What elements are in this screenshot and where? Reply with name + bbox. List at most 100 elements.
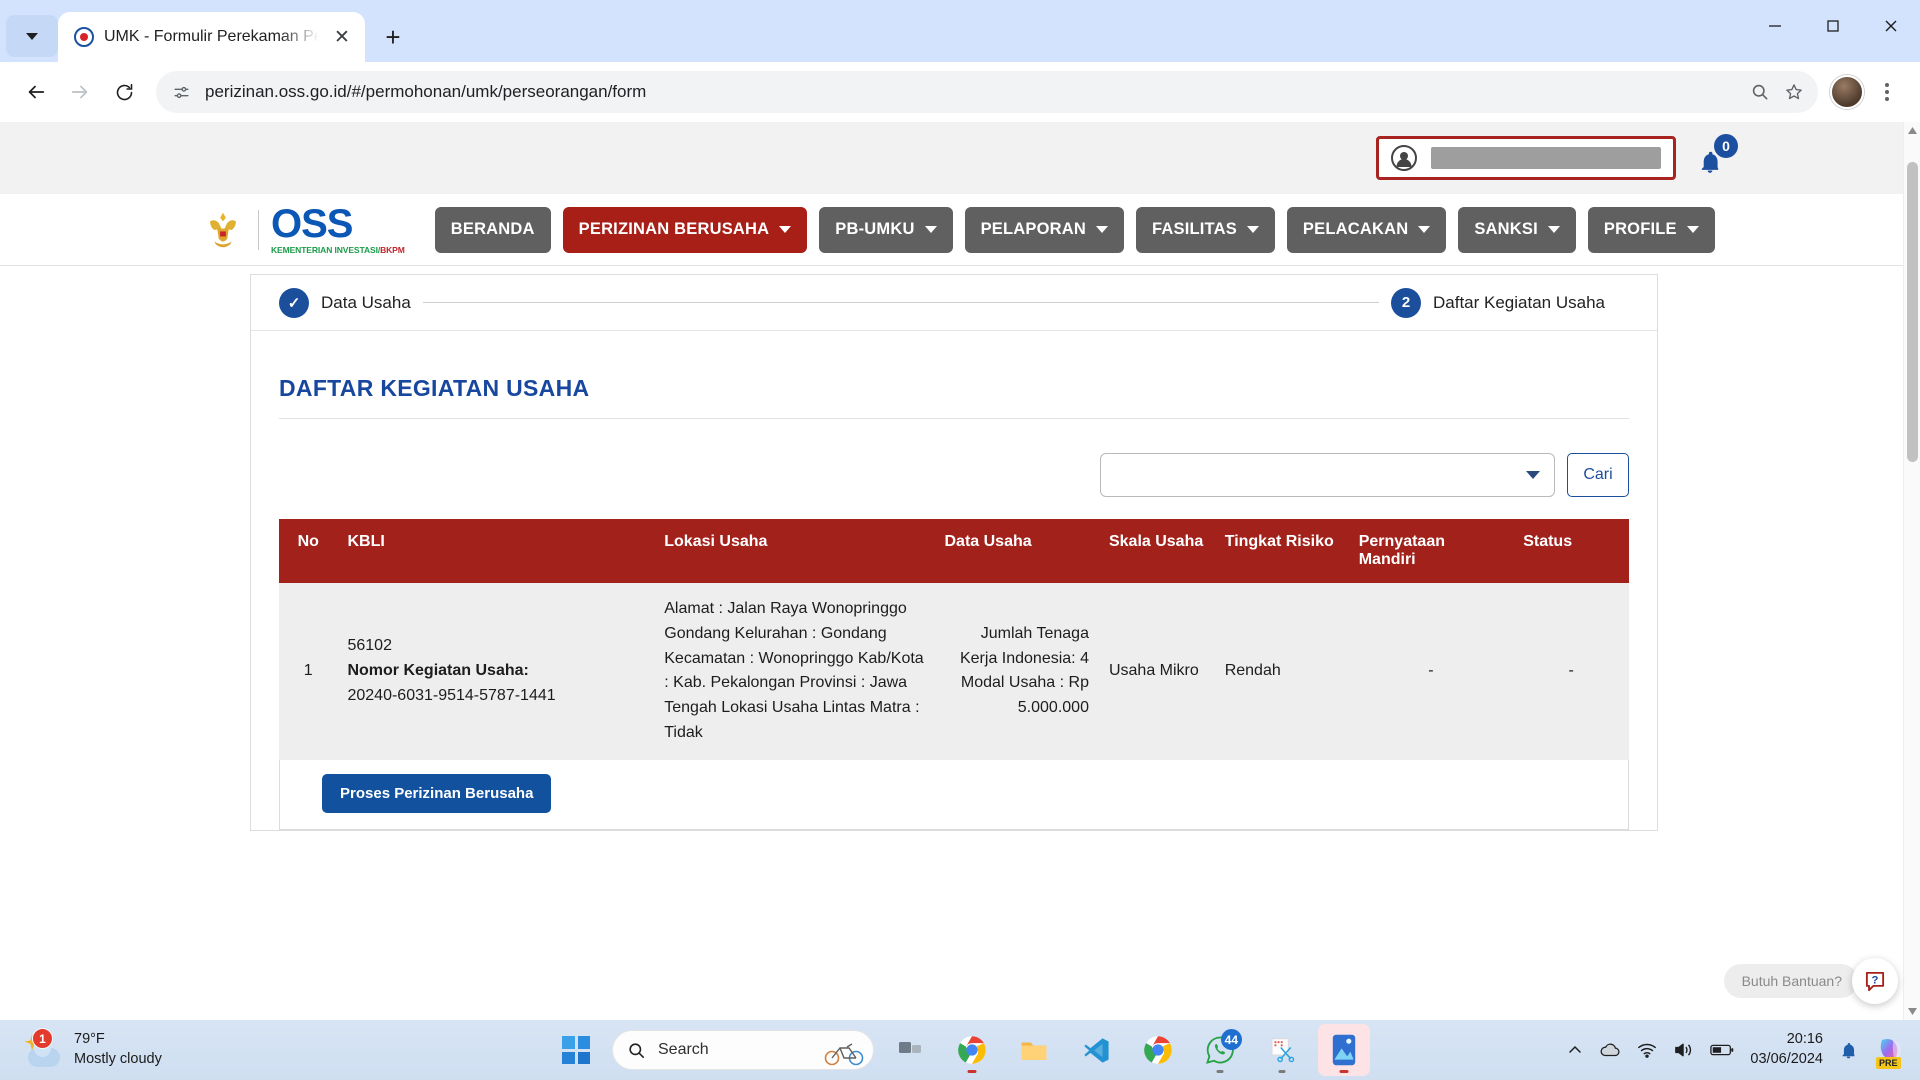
nav-item-pb-umku[interactable]: PB-UMKU xyxy=(819,206,953,253)
user-account-box[interactable] xyxy=(1376,136,1676,180)
back-arrow-icon[interactable] xyxy=(16,72,56,112)
nav-item-profile[interactable]: PROFILE xyxy=(1587,206,1715,253)
notifications-button[interactable]: 0 xyxy=(1694,134,1738,178)
kebab-menu-icon[interactable] xyxy=(1870,72,1904,112)
chevron-down-icon xyxy=(1547,226,1560,233)
taskbar-search[interactable]: Search xyxy=(612,1030,874,1070)
taskbar-app-chrome-alt[interactable] xyxy=(1132,1024,1184,1076)
col-tingkat-risiko: Tingkat Risiko xyxy=(1214,519,1349,583)
browser-tab[interactable]: UMK - Formulir Perekaman Pela ✕ xyxy=(58,12,365,62)
onedrive-icon[interactable] xyxy=(1599,1041,1621,1059)
filter-row: Cari xyxy=(279,419,1629,519)
copilot-icon[interactable]: PRE xyxy=(1874,1033,1908,1069)
maximize-icon[interactable] xyxy=(1804,0,1862,52)
help-widget[interactable]: Butuh Bantuan? ? xyxy=(1723,958,1898,1004)
nav-label: PELAPORAN xyxy=(980,220,1086,238)
chevron-down-icon xyxy=(1096,226,1108,233)
taskbar-app-snipping-tool[interactable] xyxy=(1256,1024,1308,1076)
chevron-down-icon xyxy=(1686,226,1699,233)
taskbar-app-vscode[interactable] xyxy=(1070,1024,1122,1076)
task-view-button[interactable] xyxy=(884,1024,936,1076)
app-running-indicator xyxy=(1278,1070,1286,1073)
url-text: perizinan.oss.go.id/#/permohonan/umk/per… xyxy=(205,82,647,101)
search-button[interactable]: Cari xyxy=(1567,453,1629,497)
start-button[interactable] xyxy=(550,1024,602,1076)
nav-label: PB-UMKU xyxy=(835,220,915,238)
cell-data-usaha: Jumlah Tenaga Kerja Indonesia: 4 Modal U… xyxy=(934,583,1099,760)
taskbar-app-whatsapp[interactable]: 44 xyxy=(1194,1024,1246,1076)
step-daftar-kegiatan-usaha[interactable]: 2 Daftar Kegiatan Usaha xyxy=(1391,287,1605,318)
nav-item-pelacakan[interactable]: PELACAKAN xyxy=(1286,206,1447,253)
tab-search-button[interactable] xyxy=(6,15,58,57)
scroll-down-arrow[interactable] xyxy=(1904,1003,1920,1020)
help-chat-icon: ? xyxy=(1865,971,1885,992)
nav-item-sanksi[interactable]: SANKSI xyxy=(1458,206,1576,253)
nav-item-fasilitas[interactable]: FASILITAS xyxy=(1136,206,1275,253)
chevron-down-icon xyxy=(779,226,792,233)
volume-icon[interactable] xyxy=(1673,1041,1694,1059)
brand-subtitle: KEMENTERIAN INVESTASI/BKPM xyxy=(271,245,405,256)
form-stepper: ✓ Data Usaha 2 Daftar Kegiatan Usaha xyxy=(251,275,1657,331)
brand-logo[interactable]: OSS KEMENTERIAN INVESTASI/BKPM xyxy=(200,204,405,255)
svg-text:?: ? xyxy=(1872,975,1879,987)
minimize-icon[interactable] xyxy=(1746,0,1804,52)
reload-icon[interactable] xyxy=(104,72,144,112)
site-topbar: 0 xyxy=(0,122,1903,194)
new-tab-button[interactable]: + xyxy=(373,17,413,57)
chrome-icon xyxy=(958,1036,986,1064)
kegiatan-filter-select[interactable] xyxy=(1100,453,1555,497)
col-data-usaha: Data Usaha xyxy=(934,519,1099,583)
table-row[interactable]: 1 56102 Nomor Kegiatan Usaha: 20240-6031… xyxy=(279,583,1629,760)
taskbar-app-file-explorer[interactable] xyxy=(1008,1024,1060,1076)
taskbar-app-phone-link[interactable] xyxy=(1318,1024,1370,1076)
tab-title: UMK - Formulir Perekaman Pela xyxy=(104,28,319,45)
col-no: No xyxy=(279,519,338,583)
table-header-row: No KBLI Lokasi Usaha Data Usaha Skala Us… xyxy=(279,519,1629,583)
cell-pernyataan-mandiri: - xyxy=(1348,583,1514,760)
kegiatan-usaha-table: No KBLI Lokasi Usaha Data Usaha Skala Us… xyxy=(279,519,1629,760)
content-area: ✓ Data Usaha 2 Daftar Kegiatan Usaha DAF… xyxy=(0,274,1903,831)
nav-label: PROFILE xyxy=(1603,220,1677,238)
scrollbar-thumb[interactable] xyxy=(1907,162,1918,462)
nav-label: BERANDA xyxy=(450,220,535,238)
search-icon xyxy=(629,1042,645,1058)
vs-code-icon xyxy=(1083,1037,1109,1063)
cell-no: 1 xyxy=(279,583,338,760)
taskbar-app-chrome[interactable] xyxy=(946,1024,998,1076)
taskbar-clock[interactable]: 20:16 03/06/2024 xyxy=(1750,1030,1823,1069)
address-bar[interactable]: perizinan.oss.go.id/#/permohonan/umk/per… xyxy=(156,71,1818,113)
window-controls xyxy=(1746,0,1920,52)
col-kbli: KBLI xyxy=(337,519,655,583)
zoom-magnifier-icon[interactable] xyxy=(1750,82,1770,102)
site-settings-icon[interactable] xyxy=(172,83,191,102)
help-button[interactable]: ? xyxy=(1852,958,1898,1004)
notification-bell-icon[interactable] xyxy=(1839,1041,1858,1060)
proses-perizinan-berusaha-button[interactable]: Proses Perizinan Berusaha xyxy=(322,773,552,813)
app-running-indicator xyxy=(1216,1070,1224,1073)
chevron-down-icon xyxy=(924,226,937,233)
show-hidden-icons-button[interactable] xyxy=(1567,1042,1583,1058)
windows-taskbar: 1 79°F Mostly cloudy Search 44 20:16 03/… xyxy=(0,1020,1920,1080)
search-placeholder: Search xyxy=(658,1041,709,1058)
form-card: ✓ Data Usaha 2 Daftar Kegiatan Usaha DAF… xyxy=(250,274,1658,831)
nav-item-perizinan-berusaha[interactable]: PERIZINAN BERUSAHA xyxy=(562,206,808,253)
close-window-icon[interactable] xyxy=(1862,0,1920,52)
wifi-icon[interactable] xyxy=(1637,1041,1657,1059)
page-scrollbar[interactable] xyxy=(1903,122,1920,1020)
profile-avatar-icon[interactable] xyxy=(1830,75,1864,109)
user-account-value xyxy=(1431,147,1661,169)
forward-arrow-icon[interactable] xyxy=(60,72,100,112)
brand-text: OSS KEMENTERIAN INVESTASI/BKPM xyxy=(271,204,405,255)
battery-icon[interactable] xyxy=(1710,1043,1734,1057)
nav-item-pelaporan[interactable]: PELAPORAN xyxy=(964,206,1124,253)
user-circle-icon xyxy=(1391,145,1417,171)
cell-lokasi-usaha: Alamat : Jalan Raya Wonopringgo Gondang … xyxy=(654,583,935,760)
nav-label: PELACAKAN xyxy=(1302,220,1409,238)
stepper-connector xyxy=(422,302,1379,303)
step-data-usaha[interactable]: ✓ Data Usaha xyxy=(279,287,411,318)
scroll-up-arrow[interactable] xyxy=(1904,122,1920,139)
close-tab-icon[interactable]: ✕ xyxy=(329,24,355,50)
star-icon[interactable] xyxy=(1784,82,1804,102)
nav-item-beranda[interactable]: BERANDA xyxy=(434,206,551,253)
clock-date: 03/06/2024 xyxy=(1750,1051,1823,1067)
